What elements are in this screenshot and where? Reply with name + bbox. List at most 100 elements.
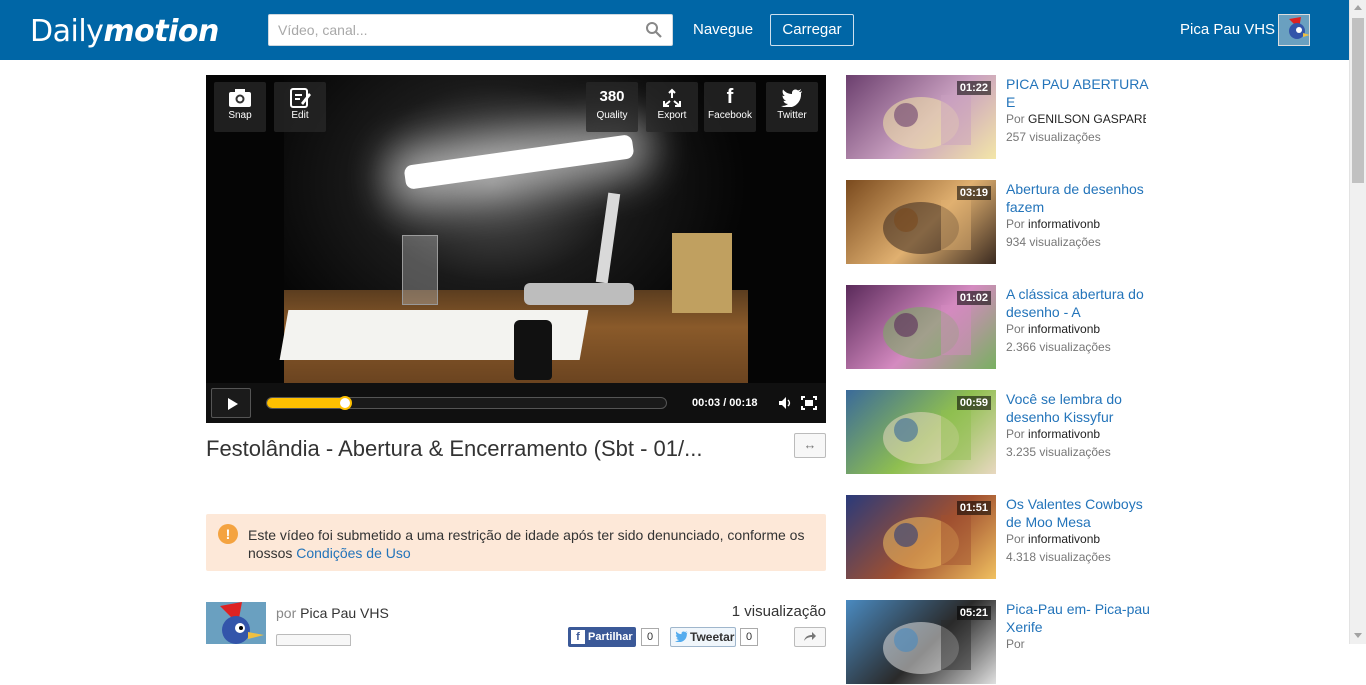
facebook-label: Facebook — [708, 110, 752, 121]
channel-prefix: Por — [1006, 532, 1025, 546]
woodpecker-avatar-icon — [1279, 15, 1309, 45]
duration-badge: 00:59 — [956, 396, 991, 410]
video-ink-bottle-shape — [514, 320, 552, 380]
facebook-share-widget[interactable]: f Partilhar — [568, 627, 636, 647]
owner-avatar[interactable] — [206, 602, 266, 644]
edit-button[interactable]: Edit — [274, 82, 326, 132]
share-arrow-icon — [804, 632, 816, 641]
tweet-label: Tweetar — [690, 630, 735, 644]
related-video-thumbnail[interactable]: 00:59 — [846, 390, 996, 474]
search-input[interactable] — [269, 15, 629, 45]
related-video-thumbnail[interactable]: 01:22 — [846, 75, 996, 159]
video-player[interactable]: Snap Edit 380 Quality Export f Facebook … — [206, 75, 826, 423]
view-count: 1 visualização — [731, 603, 826, 620]
related-video-thumbnail[interactable]: 03:19 — [846, 180, 996, 264]
facebook-icon: f — [726, 86, 734, 108]
upload-button[interactable]: Carregar — [770, 14, 854, 46]
related-video-views: 934 visualizações — [1006, 235, 1101, 249]
time-display: 00:03 / 00:18 — [692, 397, 758, 409]
logo-text-light: Daily — [30, 14, 104, 49]
channel-name-link[interactable]: informativonb — [1028, 532, 1100, 546]
player-controls: 00:03 / 00:18 — [206, 383, 826, 423]
related-video-title[interactable]: A clássica abertura do desenho - A — [1006, 285, 1151, 321]
facebook-share-count: 0 — [641, 628, 659, 646]
duration-badge: 01:51 — [956, 501, 991, 515]
channel-prefix: Por — [1006, 217, 1025, 231]
dailymotion-logo[interactable]: Dailymotion — [30, 14, 219, 49]
twitter-share-button[interactable]: Twitter — [766, 82, 818, 132]
channel-prefix: Por — [1006, 322, 1025, 336]
related-video-channel: Por informativonb — [1006, 427, 1146, 441]
related-video-views: 2.366 visualizações — [1006, 340, 1111, 354]
fullscreen-icon[interactable] — [801, 396, 817, 410]
owner-byline: por Pica Pau VHS — [276, 605, 389, 621]
page-scrollbar[interactable] — [1349, 0, 1366, 644]
volume-icon[interactable] — [778, 396, 792, 410]
tweet-widget[interactable]: Tweetar — [670, 627, 736, 647]
woodpecker-avatar-icon — [206, 602, 266, 644]
related-video-item[interactable]: 00:59 Você se lembra do desenho Kissyfur P… — [846, 390, 1156, 475]
channel-prefix: Por — [1006, 427, 1025, 441]
duration-badge: 01:22 — [956, 81, 991, 95]
owner-prefix: por — [276, 605, 297, 621]
related-video-channel: Por — [1006, 637, 1146, 651]
user-avatar[interactable] — [1278, 14, 1310, 46]
channel-name-link[interactable]: informativonb — [1028, 217, 1100, 231]
related-video-item[interactable]: 01:02 A clássica abertura do desenho - AP… — [846, 285, 1156, 370]
warning-text: Este vídeo foi submetido a uma restrição… — [248, 526, 808, 562]
related-video-thumbnail[interactable]: 05:21 — [846, 600, 996, 684]
seek-bar-played — [267, 398, 345, 408]
seek-bar[interactable] — [266, 396, 667, 410]
tweet-count: 0 — [740, 628, 758, 646]
related-video-channel: Por informativonb — [1006, 532, 1146, 546]
owner-name-link[interactable]: Pica Pau VHS — [300, 605, 389, 621]
play-icon — [228, 398, 238, 410]
share-more-button[interactable] — [794, 627, 826, 647]
related-video-channel: Por informativonb — [1006, 217, 1146, 231]
snap-button[interactable]: Snap — [214, 82, 266, 132]
related-video-views: 257 visualizações — [1006, 130, 1101, 144]
related-video-title[interactable]: Os Valentes Cowboys de Moo Mesa — [1006, 495, 1151, 531]
related-video-views: 4.318 visualizações — [1006, 550, 1111, 564]
channel-prefix: Por — [1006, 637, 1025, 651]
related-video-views: 3.235 visualizações — [1006, 445, 1111, 459]
scrollbar-thumb[interactable] — [1352, 18, 1364, 183]
user-name[interactable]: Pica Pau VHS — [1180, 21, 1275, 38]
terms-of-use-link[interactable]: Condições de Uso — [296, 545, 410, 561]
facebook-share-button[interactable]: f Facebook — [704, 82, 756, 132]
duration-badge: 05:21 — [956, 606, 991, 620]
expand-player-button[interactable]: ↔ — [794, 433, 826, 458]
export-icon — [646, 82, 698, 110]
channel-name-link[interactable]: GENILSON GASPARE — [1028, 112, 1146, 126]
play-button[interactable] — [211, 388, 251, 418]
related-video-item[interactable]: 01:22 PICA PAU ABERTURA E Por GENILSON GAS… — [846, 75, 1156, 160]
quality-value: 380 — [599, 88, 625, 105]
scroll-down-arrow-icon[interactable] — [1354, 633, 1362, 638]
related-video-item[interactable]: 03:19 Abertura de desenhos fazem Por infor… — [846, 180, 1156, 265]
related-video-title[interactable]: PICA PAU ABERTURA E — [1006, 75, 1151, 111]
export-button[interactable]: Export — [646, 82, 698, 132]
browse-link[interactable]: Navegue — [693, 21, 753, 38]
search-box — [268, 14, 673, 46]
quality-button[interactable]: 380 Quality — [586, 82, 638, 132]
related-video-thumbnail[interactable]: 01:51 — [846, 495, 996, 579]
follow-button[interactable] — [276, 634, 351, 646]
channel-name-link[interactable]: informativonb — [1028, 427, 1100, 441]
related-video-item[interactable]: 01:51 Os Valentes Cowboys de Moo Mesa Por … — [846, 495, 1156, 580]
related-video-item[interactable]: 05:21 Pica-Pau em- Pica-pau Xerife Por — [846, 600, 1156, 685]
related-video-channel: Por informativonb — [1006, 322, 1146, 336]
related-video-title[interactable]: Você se lembra do desenho Kissyfur — [1006, 390, 1151, 426]
twitter-label: Twitter — [777, 110, 807, 121]
channel-name-link[interactable]: informativonb — [1028, 322, 1100, 336]
related-video-title[interactable]: Abertura de desenhos fazem — [1006, 180, 1151, 216]
camera-icon — [214, 82, 266, 110]
related-video-title[interactable]: Pica-Pau em- Pica-pau Xerife — [1006, 600, 1151, 636]
facebook-icon: f — [571, 630, 585, 644]
scroll-up-arrow-icon[interactable] — [1354, 5, 1362, 10]
search-icon[interactable] — [645, 21, 663, 39]
twitter-icon — [766, 82, 818, 110]
seek-handle[interactable] — [338, 396, 352, 410]
related-video-thumbnail[interactable]: 01:02 — [846, 285, 996, 369]
export-label: Export — [657, 110, 687, 121]
video-lamp-shape — [403, 134, 635, 190]
